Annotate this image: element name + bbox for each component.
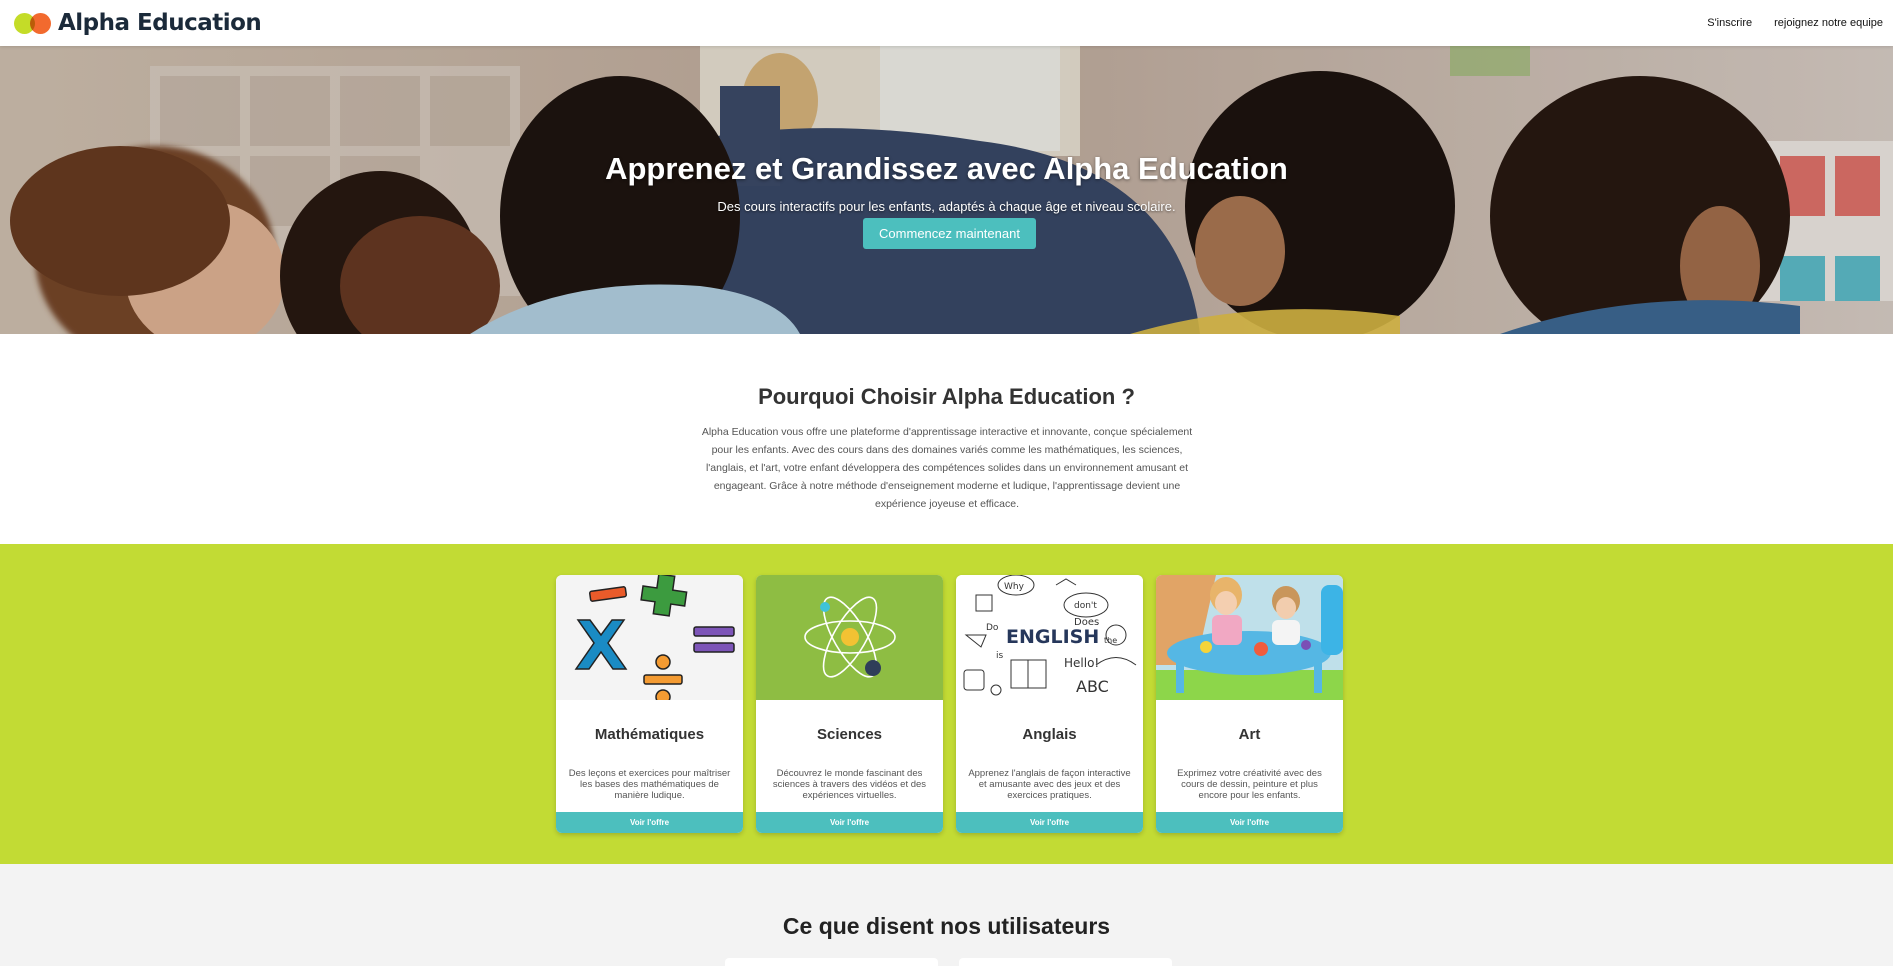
hero-subtitle: Des cours interactifs pour les enfants, … — [717, 199, 1176, 214]
view-offer-button[interactable]: Voir l'offre — [756, 812, 943, 833]
hero-title: Apprenez et Grandissez avec Alpha Educat… — [605, 151, 1288, 186]
view-offer-button[interactable]: Voir l'offre — [556, 812, 743, 833]
course-title: Anglais — [1022, 726, 1077, 743]
course-title: Sciences — [816, 726, 883, 743]
course-description: Découvrez le monde fascinant des science… — [772, 768, 927, 801]
logo-circles-icon — [14, 11, 54, 35]
view-offer-button[interactable]: Voir l'offre — [1156, 812, 1343, 833]
why-description: Alpha Education vous offre une plateform… — [701, 426, 1193, 510]
testimonials-title: Ce que disent nos utilisateurs — [782, 913, 1111, 939]
course-card-english: Why don't Does Do is the Hello! ABC ENGL… — [956, 575, 1143, 833]
english-word: ENGLISH — [1006, 626, 1099, 648]
testimonials-section: Ce que disent nos utilisateurs — [0, 864, 1893, 966]
view-offer-button[interactable]: Voir l'offre — [956, 812, 1143, 833]
courses-section: Mathématiques Des leçons et exercices po… — [0, 544, 1893, 864]
course-description: Exprimez votre créativité avec des cours… — [1177, 768, 1322, 801]
why-title: Pourquoi Choisir Alpha Education ? — [758, 384, 1135, 409]
doodle-word: is — [996, 651, 1004, 661]
join-team-link[interactable]: rejoignez notre equipe — [1774, 17, 1883, 29]
doodle-word: Do — [986, 623, 999, 633]
brand-logo[interactable]: Alpha Education — [14, 10, 262, 36]
signup-link[interactable]: S'inscrire — [1707, 17, 1752, 29]
testimonial-card — [725, 958, 938, 966]
course-description: Apprenez l'anglais de façon interactive … — [968, 768, 1131, 801]
course-description: Des leçons et exercices pour maîtriser l… — [568, 768, 731, 801]
brand-name: Alpha Education — [58, 10, 262, 36]
math-symbols-image — [556, 575, 743, 700]
doodle-word: ABC — [1076, 677, 1109, 696]
course-card-math: Mathématiques Des leçons et exercices po… — [556, 575, 743, 833]
testimonial-card — [959, 958, 1172, 966]
site-header: Alpha Education S'inscrire rejoignez not… — [0, 0, 1893, 46]
english-doodle-image: Why don't Does Do is the Hello! ABC ENGL… — [956, 575, 1143, 700]
course-card-sciences: Sciences Découvrez le monde fascinant de… — [756, 575, 943, 833]
why-section: Pourquoi Choisir Alpha Education ? Alpha… — [0, 334, 1893, 544]
start-now-button[interactable]: Commencez maintenant — [863, 218, 1036, 249]
doodle-word: Hello! — [1064, 656, 1099, 670]
course-card-art: Art Exprimez votre créativité avec des c… — [1156, 575, 1343, 833]
course-title: Mathématiques — [594, 726, 705, 743]
doodle-word: Why — [1004, 582, 1025, 592]
hero-section: Apprenez et Grandissez avec Alpha Educat… — [0, 46, 1893, 334]
main-nav: S'inscrire rejoignez notre equipe — [1707, 17, 1883, 29]
atom-icon — [756, 575, 943, 700]
doodle-word: the — [1104, 636, 1117, 645]
doodle-word: don't — [1074, 601, 1097, 611]
children-painting-image — [1156, 575, 1343, 700]
hero-content: Apprenez et Grandissez avec Alpha Educat… — [0, 46, 1893, 334]
course-title: Art — [1238, 726, 1261, 743]
